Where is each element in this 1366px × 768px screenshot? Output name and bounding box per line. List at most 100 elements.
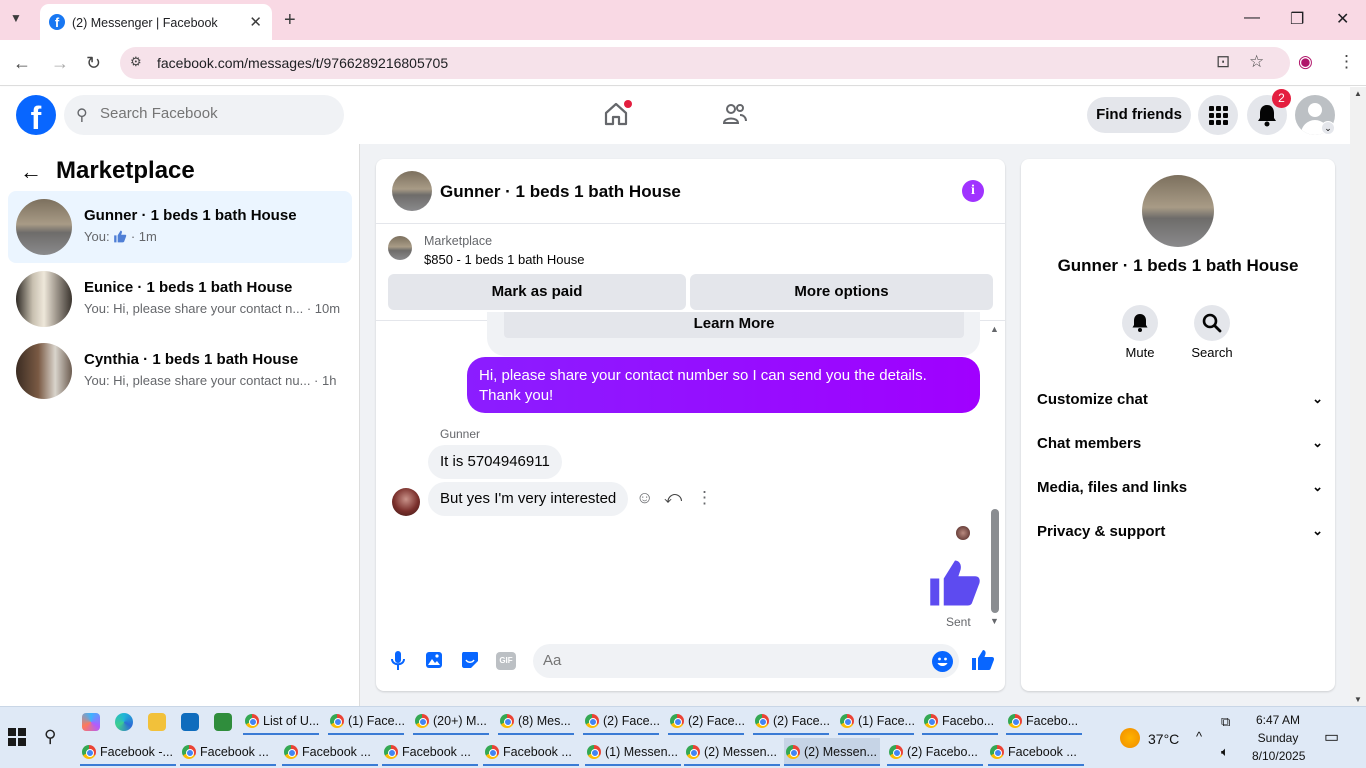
- media-files-links-section[interactable]: Media, files and links ⌄: [1037, 479, 1323, 501]
- info-avatar[interactable]: [1142, 175, 1214, 247]
- taskbar-window-item[interactable]: (20+) M...: [413, 707, 489, 735]
- notification-center-icon[interactable]: ▭: [1324, 727, 1339, 747]
- taskbar-window-item[interactable]: (2) Face...: [753, 707, 829, 735]
- close-window-icon[interactable]: ✕: [1336, 9, 1349, 29]
- info-title: Gunner · 1 beds 1 bath House: [1057, 256, 1299, 275]
- message-input[interactable]: [543, 652, 903, 669]
- taskbar-window-item[interactable]: Facebook ...: [988, 738, 1084, 766]
- info-icon[interactable]: i: [962, 180, 984, 202]
- windows-start-icon[interactable]: [8, 728, 26, 746]
- taskbar-window-item[interactable]: (1) Messen...: [585, 738, 681, 766]
- new-tab-button[interactable]: +: [284, 9, 296, 32]
- listing-price[interactable]: $850 - 1 beds 1 bath House: [424, 252, 584, 267]
- forward-icon[interactable]: →: [51, 53, 69, 74]
- chat-members-section[interactable]: Chat members ⌄: [1037, 435, 1323, 457]
- react-emoji-icon[interactable]: ☺: [636, 488, 653, 508]
- taskbar-window-item[interactable]: (2) Face...: [583, 707, 659, 735]
- install-app-icon[interactable]: ⊡: [1216, 52, 1230, 72]
- address-bar[interactable]: ⚙ facebook.com/messages/t/97662892168057…: [120, 47, 1290, 79]
- microphone-icon[interactable]: [390, 650, 406, 672]
- find-friends-button[interactable]: Find friends: [1087, 97, 1191, 133]
- home-notification-dot: [624, 100, 632, 108]
- taskbar-window-item[interactable]: Facebook ...: [382, 738, 478, 766]
- conversation-item[interactable]: Gunner · 1 beds 1 bath House You: · 1m: [8, 191, 352, 263]
- like-button-icon[interactable]: [971, 648, 995, 672]
- search-in-chat-button[interactable]: [1194, 305, 1230, 341]
- profile-icon[interactable]: ◉: [1298, 52, 1313, 72]
- message-scrollbar-thumb[interactable]: [991, 509, 999, 613]
- back-icon[interactable]: ←: [13, 53, 31, 74]
- chat-title[interactable]: Gunner · 1 beds 1 bath House: [440, 182, 681, 202]
- sticker-icon[interactable]: [460, 650, 480, 670]
- gif-icon[interactable]: GIF: [496, 652, 516, 670]
- minimize-icon[interactable]: —: [1244, 9, 1260, 27]
- taskbar-window-item[interactable]: Facebook ...: [180, 738, 276, 766]
- search-input[interactable]: [100, 105, 320, 122]
- site-info-icon[interactable]: ⚙: [130, 54, 142, 70]
- edge-icon[interactable]: [115, 713, 133, 731]
- taskbar-window-item[interactable]: Facebook -...: [80, 738, 176, 766]
- emoji-icon[interactable]: [932, 651, 953, 672]
- meet-now-icon[interactable]: ⧉: [1221, 714, 1230, 730]
- conversation-item[interactable]: Cynthia · 1 beds 1 bath House You: Hi, p…: [8, 335, 352, 407]
- browser-menu-icon[interactable]: ⋮: [1338, 52, 1355, 72]
- outgoing-message[interactable]: Hi, please share your contact number so …: [467, 357, 980, 413]
- file-explorer-icon[interactable]: [148, 713, 166, 731]
- back-arrow-icon[interactable]: ←: [20, 159, 42, 185]
- weather-sun-icon[interactable]: [1120, 728, 1140, 748]
- conversation-item[interactable]: Eunice · 1 beds 1 bath House You: Hi, pl…: [8, 263, 352, 335]
- reply-icon[interactable]: ⤺: [664, 488, 682, 508]
- page-scrollbar[interactable]: ▲ ▼: [1350, 87, 1366, 706]
- chevron-down-icon[interactable]: ⌄: [1321, 121, 1335, 135]
- taskbar-window-item[interactable]: (2) Messen...: [684, 738, 780, 766]
- incoming-message[interactable]: It is 5704946911: [428, 445, 562, 479]
- store-icon[interactable]: [214, 713, 232, 731]
- customize-chat-section[interactable]: Customize chat ⌄: [1037, 391, 1323, 413]
- photo-icon[interactable]: [424, 650, 444, 670]
- close-tab-icon[interactable]: ✕: [249, 13, 262, 31]
- message-composer[interactable]: [533, 644, 959, 678]
- taskbar-window-item[interactable]: (1) Face...: [838, 707, 914, 735]
- incoming-message[interactable]: But yes I'm very interested: [428, 482, 629, 516]
- section-label: Privacy & support: [1037, 523, 1166, 540]
- temperature[interactable]: 37°C: [1148, 731, 1179, 747]
- system-clock[interactable]: 6:47 AM Sunday 8/10/2025: [1252, 711, 1305, 765]
- scroll-down-icon[interactable]: ▼: [990, 616, 999, 626]
- clock-time: 6:47 AM: [1255, 713, 1301, 727]
- restore-icon[interactable]: ❐: [1290, 9, 1304, 29]
- bookmark-star-icon[interactable]: ☆: [1249, 52, 1264, 72]
- menu-button[interactable]: [1198, 95, 1238, 135]
- tray-overflow-icon[interactable]: ^: [1196, 729, 1202, 744]
- chrome-icon: [500, 714, 514, 728]
- taskbar-window-item[interactable]: (2) Facebo...: [887, 738, 983, 766]
- facebook-logo-icon[interactable]: f: [16, 95, 56, 136]
- thumbs-up-sticker-icon[interactable]: [928, 556, 982, 610]
- outlook-icon[interactable]: [181, 713, 199, 731]
- more-actions-icon[interactable]: ⋮: [696, 488, 713, 508]
- browser-tab-active[interactable]: f (2) Messenger | Facebook ✕: [40, 4, 272, 40]
- taskbar-window-item[interactable]: (2) Messen...: [784, 738, 880, 766]
- mute-button[interactable]: [1122, 305, 1158, 341]
- taskbar-window-item[interactable]: List of U...: [243, 707, 319, 735]
- tab-search-icon[interactable]: ▼: [10, 11, 22, 25]
- reload-icon[interactable]: ↻: [86, 53, 101, 74]
- copilot-icon[interactable]: [82, 713, 100, 731]
- mark-as-paid-button[interactable]: Mark as paid: [388, 274, 686, 310]
- taskbar-window-item[interactable]: (2) Face...: [668, 707, 744, 735]
- privacy-support-section[interactable]: Privacy & support ⌄: [1037, 523, 1323, 545]
- taskbar-search-icon[interactable]: ⚲: [44, 727, 56, 747]
- taskbar-window-item[interactable]: Facebook ...: [483, 738, 579, 766]
- chat-avatar[interactable]: [392, 171, 432, 211]
- taskbar-window-item[interactable]: (1) Face...: [328, 707, 404, 735]
- friends-icon[interactable]: [722, 102, 748, 126]
- volume-icon[interactable]: 🔈︎: [1221, 744, 1229, 760]
- taskbar-window-item[interactable]: (8) Mes...: [498, 707, 574, 735]
- scroll-up-icon[interactable]: ▲: [990, 324, 999, 334]
- learn-more-button[interactable]: Learn More: [504, 312, 964, 338]
- sender-avatar[interactable]: [392, 488, 420, 516]
- taskbar-window-item[interactable]: Facebo...: [922, 707, 998, 735]
- taskbar-window-item[interactable]: Facebo...: [1006, 707, 1082, 735]
- more-options-button[interactable]: More options: [690, 274, 993, 310]
- facebook-search[interactable]: ⚲: [64, 95, 344, 135]
- taskbar-window-item[interactable]: Facebook ...: [282, 738, 378, 766]
